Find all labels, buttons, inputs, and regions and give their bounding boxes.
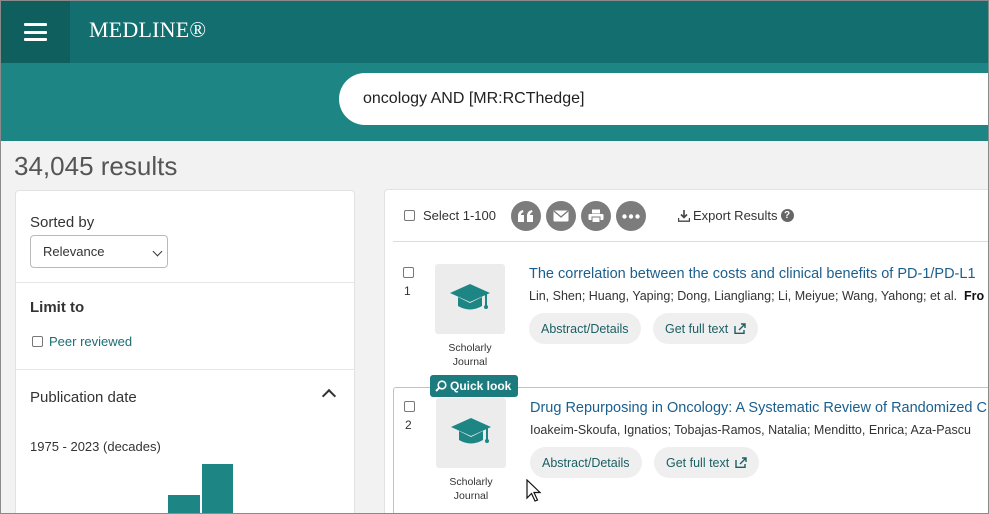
- more-actions-button[interactable]: [616, 201, 646, 231]
- result-thumbnail[interactable]: [435, 264, 505, 334]
- quote-icon: [518, 210, 533, 222]
- abstract-details-button[interactable]: Abstract/Details: [530, 447, 642, 478]
- abstract-details-button[interactable]: Abstract/Details: [529, 313, 641, 344]
- source-fragment: Fro: [964, 289, 985, 303]
- print-icon: [588, 209, 604, 223]
- graduation-cap-icon: [450, 284, 490, 310]
- collapse-caret-icon[interactable]: [321, 388, 337, 404]
- quick-look-button[interactable]: Quick look: [430, 375, 519, 397]
- sort-select[interactable]: Relevance: [30, 235, 168, 268]
- brand-title: MEDLINE®: [89, 17, 207, 42]
- divider: [16, 369, 354, 370]
- result-title[interactable]: The correlation between the costs and cl…: [529, 266, 976, 282]
- external-link-icon: [735, 457, 747, 468]
- download-icon: [678, 209, 690, 222]
- search-band: oncology AND [MR:RCThedge]: [1, 63, 988, 141]
- results-panel: Select 1-100 Export Results ? 1 Scholarl…: [384, 189, 988, 513]
- histogram-bar[interactable]: [168, 495, 200, 513]
- chevron-down-icon: [152, 246, 163, 257]
- peer-reviewed-filter[interactable]: Peer reviewed: [32, 334, 132, 349]
- peer-reviewed-label[interactable]: Peer reviewed: [49, 334, 132, 349]
- result-checkbox[interactable]: [403, 267, 414, 278]
- sort-value: Relevance: [43, 244, 105, 259]
- search-input[interactable]: oncology AND [MR:RCThedge]: [339, 73, 988, 125]
- result-number: 1: [404, 284, 411, 298]
- result-item: 1 Scholarly Journal The correlation betw…: [393, 254, 988, 382]
- result-title[interactable]: Drug Repurposing in Oncology: A Systemat…: [530, 400, 987, 416]
- export-results[interactable]: Export Results ?: [678, 208, 794, 223]
- peer-reviewed-checkbox[interactable]: [32, 336, 43, 347]
- result-number: 2: [405, 418, 412, 432]
- result-thumbnail[interactable]: [436, 398, 506, 468]
- graduation-cap-icon: [451, 418, 491, 444]
- select-all-label[interactable]: Select 1-100: [423, 208, 496, 223]
- page: MEDLINE® oncology AND [MR:RCThedge] 34,0…: [0, 0, 989, 514]
- menu-button[interactable]: [1, 1, 70, 63]
- limit-to-title: Limit to: [30, 299, 85, 316]
- source-type-label: Scholarly Journal: [449, 476, 493, 502]
- email-icon: [553, 210, 569, 222]
- result-authors: Ioakeim-Skoufa, Ignatios; Tobajas-Ramos,…: [530, 423, 971, 437]
- external-link-icon: [734, 323, 746, 334]
- publication-date-title: Publication date: [30, 389, 137, 406]
- result-checkbox[interactable]: [404, 401, 415, 412]
- source-type-label: Scholarly Journal: [448, 342, 492, 368]
- magnifier-icon: [435, 380, 447, 392]
- results-count: 34,045 results: [14, 151, 178, 181]
- hamburger-icon: [24, 23, 47, 41]
- result-authors: Lin, Shen; Huang, Yaping; Dong, Lianglia…: [529, 289, 985, 303]
- cite-button[interactable]: [511, 201, 541, 231]
- sort-label: Sorted by: [30, 214, 95, 231]
- export-label[interactable]: Export Results: [693, 208, 778, 223]
- more-icon: [622, 213, 640, 219]
- divider: [393, 241, 988, 242]
- result-item: 2 Scholarly Journal Drug Repurposing in …: [393, 387, 988, 513]
- print-button[interactable]: [581, 201, 611, 231]
- filter-sidebar: Sorted by Relevance Limit to Peer review…: [15, 190, 355, 513]
- email-button[interactable]: [546, 201, 576, 231]
- decades-label: 1975 - 2023 (decades): [30, 439, 161, 454]
- divider: [16, 282, 354, 283]
- histogram-bar[interactable]: [202, 464, 233, 513]
- mouse-cursor-icon: [526, 479, 542, 502]
- help-icon[interactable]: ?: [780, 209, 794, 222]
- get-full-text-button[interactable]: Get full text: [653, 313, 759, 344]
- get-full-text-button[interactable]: Get full text: [654, 447, 760, 478]
- select-all-checkbox[interactable]: [404, 210, 415, 221]
- top-bar: MEDLINE®: [1, 1, 988, 63]
